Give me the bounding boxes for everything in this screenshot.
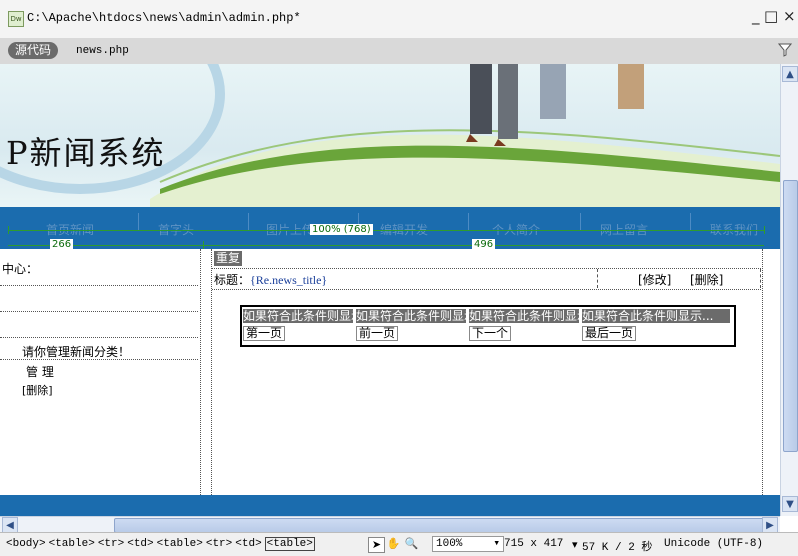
- nav-separator: [138, 213, 139, 231]
- first-page-link[interactable]: 第一页: [243, 326, 286, 341]
- tag-tr[interactable]: <tr>: [206, 538, 232, 550]
- divider: [0, 337, 198, 338]
- tag-body[interactable]: <body>: [6, 538, 46, 550]
- vertical-scrollbar[interactable]: ▲ ▼: [780, 64, 798, 516]
- footer-bar: [0, 495, 780, 516]
- scroll-left-icon[interactable]: ◀: [2, 517, 18, 533]
- window-title: C:\Apache\htdocs\news\admin\admin.php*: [27, 11, 301, 25]
- ruler-tick: [203, 241, 204, 249]
- tag-table-selected[interactable]: <table>: [264, 537, 315, 551]
- pager-cell: 如果符合此条件则显示 第一页: [242, 307, 355, 343]
- pager-cell: 如果符合此条件则显示 下一个: [468, 307, 581, 343]
- scroll-down-icon[interactable]: ▼: [782, 496, 798, 512]
- divider: [0, 311, 198, 312]
- document-toolbar: 源代码 news.php: [0, 38, 798, 65]
- tag-tr[interactable]: <tr>: [98, 538, 124, 550]
- nav-separator: [690, 213, 691, 231]
- ruler-tick: [764, 226, 765, 234]
- edit-link[interactable]: [修改]: [638, 271, 671, 288]
- left-column: 中心： 请你管理新闻分类！ 管 理 [删除]: [0, 249, 201, 495]
- window-controls[interactable]: □ ×: [764, 7, 796, 25]
- edit-delete-cell: [修改] [删除]: [597, 269, 761, 288]
- tag-table[interactable]: <table>: [49, 538, 95, 550]
- nav-separator: [580, 213, 581, 231]
- previous-page-link[interactable]: 前一页: [356, 326, 399, 341]
- status-bar: <body> <table> <tr> <td> <table> <tr> <td> <tab…: [0, 532, 798, 556]
- related-file-tab[interactable]: news.php: [76, 45, 129, 57]
- pager-cell: 如果符合此条件则显示 前一页: [355, 307, 468, 343]
- title-bar: Dw C:\Apache\htdocs\news\admin\admin.php…: [0, 0, 798, 38]
- tag-td[interactable]: <td>: [127, 538, 153, 550]
- encoding-label: Unicode (UTF-8): [664, 538, 764, 550]
- horizontal-scroll-thumb[interactable]: [114, 518, 764, 533]
- horizontal-scrollbar[interactable]: ◀ ▶: [0, 516, 780, 533]
- header-banner: P新闻系统: [0, 64, 780, 207]
- show-if-condition-tag[interactable]: 如果符合此条件则显示: [243, 309, 353, 323]
- news-title-row: 标题：{Re.news_title} [修改] [删除]: [212, 268, 761, 290]
- dreamweaver-app-icon: Dw: [8, 11, 24, 27]
- last-page-link[interactable]: 最后一页: [582, 326, 637, 341]
- left-delete-link[interactable]: [删除]: [22, 382, 53, 398]
- nav-separator: [248, 213, 249, 231]
- file-size-download-time: 57 K / 2 秒: [582, 542, 653, 554]
- repeat-region-tab[interactable]: 重复: [214, 251, 243, 266]
- column-width-ruler: [8, 245, 764, 246]
- manage-label: 管 理: [26, 365, 54, 379]
- zoom-select[interactable]: 100% ▾: [432, 536, 504, 552]
- show-if-condition-tag[interactable]: 如果符合此条件则显示...: [582, 309, 730, 323]
- show-if-condition-tag[interactable]: 如果符合此条件则显示: [356, 309, 466, 323]
- nav-bar: 首页新闻 首字头 图片上传 编辑开发 个人简介 网上留言 联系我们: [0, 207, 780, 249]
- zoom-tool-icon[interactable]: 🔍: [404, 537, 419, 551]
- tag-table[interactable]: <table>: [157, 538, 203, 550]
- pointer-tool-icon[interactable]: ➤: [368, 537, 385, 553]
- title-label: 标题：: [214, 273, 251, 287]
- news-title-line: 标题：{Re.news_title}: [214, 271, 327, 288]
- source-code-button[interactable]: 源代码: [8, 42, 59, 59]
- zoom-value: 100%: [436, 538, 463, 550]
- delete-link[interactable]: [删除]: [690, 271, 723, 288]
- site-title: P新闻系统: [6, 134, 166, 172]
- minimize-button[interactable]: _: [752, 7, 760, 25]
- table-width-ruler: [8, 230, 764, 231]
- tag-selector: <body> <table> <tr> <td> <table> <tr> <td> <tab…: [6, 537, 318, 551]
- scroll-up-icon[interactable]: ▲: [782, 66, 798, 82]
- pagination-table[interactable]: 如果符合此条件则显示 第一页 如果符合此条件则显示 前一页 如果符合此条件则显示…: [240, 305, 736, 347]
- design-view[interactable]: P新闻系统 首页新闻 首字头 图片上传 编辑开发 个人简介 网上留言 联系我们 …: [0, 64, 780, 516]
- ruler-tick: [8, 226, 9, 234]
- left-heading: 中心：: [2, 262, 39, 276]
- divider: [0, 285, 198, 286]
- divider: [0, 359, 198, 360]
- table-width-label[interactable]: 100% (768): [310, 224, 373, 235]
- scroll-right-icon[interactable]: ▶: [762, 517, 778, 533]
- show-if-condition-tag[interactable]: 如果符合此条件则显示: [469, 309, 579, 323]
- next-page-link[interactable]: 下一个: [469, 326, 512, 341]
- window-size[interactable]: 715 x 417: [504, 538, 563, 550]
- window-size-dropdown-icon[interactable]: ▾: [572, 538, 578, 551]
- nav-separator: [468, 213, 469, 231]
- category-prompt: 请你管理新闻分类！: [22, 345, 131, 359]
- pager-cell: 如果符合此条件则显示... 最后一页: [581, 307, 731, 343]
- tag-td[interactable]: <td>: [235, 538, 261, 550]
- news-list-region: 重复 标题：{Re.news_title} [修改] [删除] 如果符合此条件则…: [211, 249, 763, 495]
- hand-tool-icon[interactable]: ✋: [386, 537, 401, 551]
- filter-icon[interactable]: [778, 43, 792, 57]
- title-dynamic-field[interactable]: {Re.news_title}: [250, 273, 327, 287]
- chevron-down-icon: ▾: [493, 538, 500, 550]
- vertical-scroll-thumb[interactable]: [783, 180, 798, 452]
